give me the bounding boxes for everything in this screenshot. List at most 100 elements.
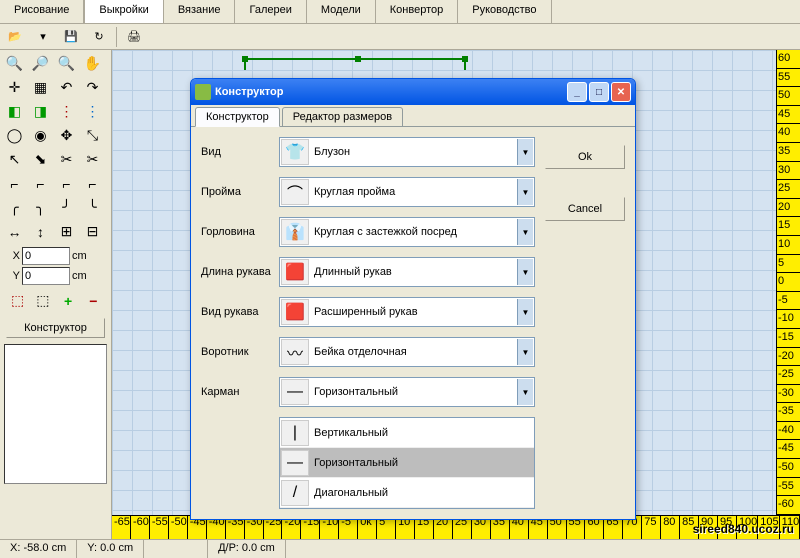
select-dashed-icon[interactable]: ⬚ (6, 289, 29, 312)
chevron-down-icon[interactable]: ▼ (517, 379, 533, 405)
close-button[interactable]: ✕ (611, 82, 631, 102)
redo-icon[interactable]: ↷ (80, 76, 105, 99)
corner3-icon[interactable]: ⌐ (54, 172, 79, 195)
combo-value: Бейка отделочная (310, 346, 516, 358)
curve4-icon[interactable]: ╰ (80, 196, 105, 219)
combo-3[interactable]: 🟥 Длинный рукав ▼ (279, 257, 535, 287)
cut-icon[interactable]: ✂ (54, 148, 79, 171)
curve2-icon[interactable]: ╮ (28, 196, 53, 219)
combo-icon: 🟥 (281, 259, 309, 285)
zoom-in-icon[interactable]: 🔍 (2, 52, 27, 75)
tab-constructor[interactable]: Конструктор (195, 107, 280, 127)
curve1-icon[interactable]: ╭ (2, 196, 27, 219)
corner1-icon[interactable]: ⌐ (2, 172, 27, 195)
coord-x-input[interactable] (22, 247, 70, 265)
ruler-tick: -40 (777, 422, 800, 441)
circle-icon[interactable]: ◯ (2, 124, 27, 147)
ruler-tick: 10 (777, 236, 800, 255)
curve3-icon[interactable]: ╯ (54, 196, 79, 219)
undo-icon[interactable]: ↶ (54, 76, 79, 99)
ruler-tick: -5 (777, 292, 800, 311)
circle2-icon[interactable]: ◉ (28, 124, 53, 147)
menu-tab-guide[interactable]: Руководство (458, 0, 551, 23)
cut2-icon[interactable]: ✂ (80, 148, 105, 171)
coord-x-unit: cm (72, 250, 87, 262)
pointer-icon[interactable]: ↖ (2, 148, 27, 171)
cancel-button[interactable]: Cancel (545, 197, 625, 221)
option-icon: | (281, 420, 309, 446)
combo-1[interactable]: ⌒ Круглая пройма ▼ (279, 177, 535, 207)
dropdown-item[interactable]: /Диагональный (280, 478, 534, 508)
node-icon[interactable]: ⬊ (28, 148, 53, 171)
combo-6[interactable]: — Горизонтальный ▼ (279, 377, 535, 407)
zoom-fit-icon[interactable]: 🔍 (54, 52, 79, 75)
grid-icon[interactable]: ▦ (28, 76, 53, 99)
ruler-tick: -25 (777, 366, 800, 385)
move-icon[interactable]: ✥ (54, 124, 79, 147)
expand-icon[interactable]: ⤡ (80, 124, 105, 147)
ok-button[interactable]: Ok (545, 145, 625, 169)
chevron-down-icon[interactable]: ▼ (517, 139, 533, 165)
ruler-tick: -10 (777, 310, 800, 329)
minimize-button[interactable]: _ (567, 82, 587, 102)
combo-icon: 👔 (281, 219, 309, 245)
combo-4[interactable]: 🟥 Расширенный рукав ▼ (279, 297, 535, 327)
shape-icon[interactable]: ◧ (2, 100, 27, 123)
menu-tab-drawing[interactable]: Рисование (0, 0, 84, 23)
zoom-out-icon[interactable]: 🔎 (28, 52, 53, 75)
dropdown-item[interactable]: |Вертикальный (280, 418, 534, 448)
open-icon[interactable]: 📂 (4, 26, 26, 48)
flip-v-icon[interactable]: ↕ (28, 220, 53, 243)
align2-icon[interactable]: ⊟ (80, 220, 105, 243)
ruler-tick: 50 (777, 87, 800, 106)
crosshair-icon[interactable]: ✛ (2, 76, 27, 99)
tab-size-editor[interactable]: Редактор размеров (282, 107, 403, 126)
dropdown-icon[interactable]: ▾ (32, 26, 54, 48)
pan-icon[interactable]: ✋ (80, 52, 105, 75)
save-icon[interactable]: 💾 (60, 26, 82, 48)
maximize-button[interactable]: □ (589, 82, 609, 102)
select-dashed2-icon[interactable]: ⬚ (31, 289, 54, 312)
ruler-tick: 60 (777, 50, 800, 69)
constructor-button[interactable]: Конструктор (6, 318, 105, 338)
corner2-icon[interactable]: ⌐ (28, 172, 53, 195)
add-icon[interactable]: + (57, 289, 80, 312)
menu-tab-patterns[interactable]: Выкройки (84, 0, 163, 23)
ruler-tick: -30 (777, 385, 800, 404)
chevron-down-icon[interactable]: ▼ (517, 179, 533, 205)
chevron-down-icon[interactable]: ▼ (517, 259, 533, 285)
combo-icon: 🟥 (281, 299, 309, 325)
chevron-down-icon[interactable]: ▼ (517, 219, 533, 245)
ruler-tick: 80 (661, 516, 680, 539)
coord-x-label: X (6, 250, 20, 262)
align1-icon[interactable]: ⊞ (54, 220, 79, 243)
ruler-tick: -60 (777, 496, 800, 515)
coord-y-input[interactable] (22, 267, 70, 285)
field-label: Горловина (201, 226, 279, 238)
menu-tab-knitting[interactable]: Вязание (164, 0, 236, 23)
option-icon: / (281, 480, 309, 506)
corner4-icon[interactable]: ⌐ (80, 172, 105, 195)
chevron-down-icon[interactable]: ▼ (517, 299, 533, 325)
print-icon[interactable]: 🖨 (123, 26, 145, 48)
combo-0[interactable]: 👕 Блузон ▼ (279, 137, 535, 167)
refresh-icon[interactable]: ↻ (88, 26, 110, 48)
dots2-icon[interactable]: ⋮ (80, 100, 105, 123)
chevron-down-icon[interactable]: ▼ (517, 339, 533, 365)
menu-tab-models[interactable]: Модели (307, 0, 376, 23)
ruler-tick: -15 (777, 329, 800, 348)
dropdown-item[interactable]: —Горизонтальный (280, 448, 534, 478)
combo-5[interactable]: 〰 Бейка отделочная ▼ (279, 337, 535, 367)
remove-icon[interactable]: − (82, 289, 105, 312)
menu-tab-converter[interactable]: Конвертор (376, 0, 458, 23)
combo-2[interactable]: 👔 Круглая с застежкой посред ▼ (279, 217, 535, 247)
flip-h-icon[interactable]: ↔ (2, 220, 27, 243)
dots-icon[interactable]: ⋮ (54, 100, 79, 123)
field-label: Вид рукава (201, 306, 279, 318)
pattern-outline[interactable] (244, 58, 466, 70)
status-x: X: -58.0 cm (0, 540, 77, 558)
shape2-icon[interactable]: ◨ (28, 100, 53, 123)
menu-tab-galleries[interactable]: Галереи (235, 0, 306, 23)
ruler-vertical: 605550454035302520151050-5-10-15-20-25-3… (776, 50, 800, 515)
dialog-titlebar[interactable]: Конструктор _ □ ✕ (191, 79, 635, 105)
